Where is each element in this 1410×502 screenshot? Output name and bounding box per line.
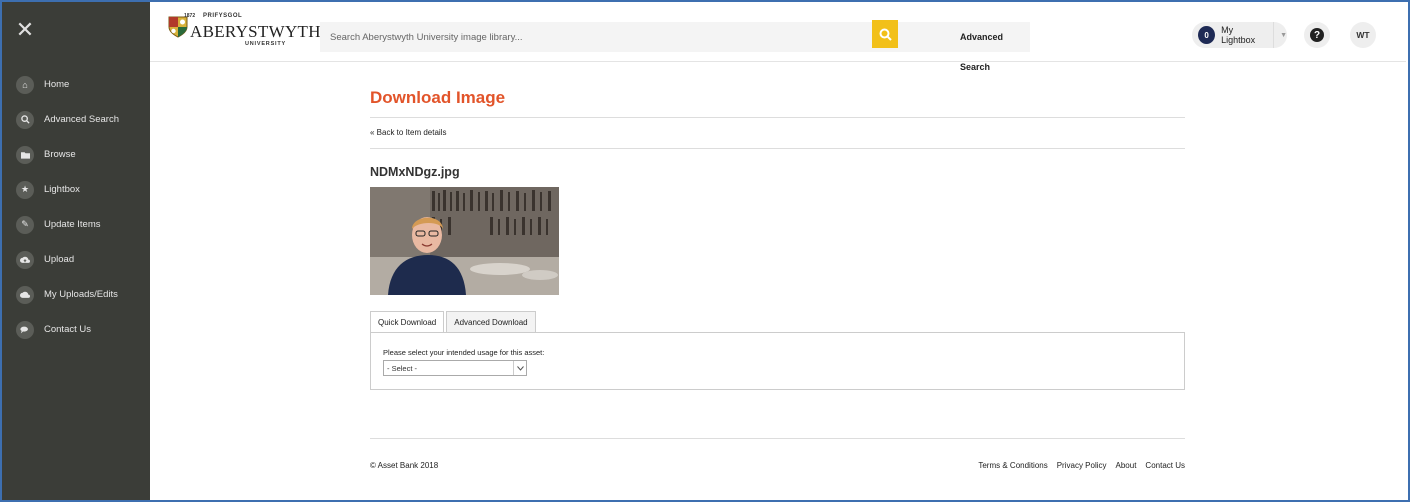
sidebar: ✕ ⌂ Home Advanced Search Browse ★ Lightb… — [2, 2, 150, 500]
cloud-icon — [16, 285, 34, 304]
search-button[interactable] — [872, 20, 898, 48]
footer-link-terms[interactable]: Terms & Conditions — [978, 461, 1047, 470]
sidebar-item-home[interactable]: ⌂ Home — [2, 67, 150, 102]
usage-select-value: - Select - — [387, 363, 418, 373]
folder-icon — [16, 145, 34, 164]
sidebar-item-advanced-search[interactable]: Advanced Search — [2, 102, 150, 137]
usage-select[interactable]: - Select - — [383, 360, 527, 376]
usage-label: Please select your intended usage for th… — [383, 348, 545, 357]
my-lightbox-button[interactable]: 0 My Lightbox ▼ — [1192, 22, 1287, 48]
sidebar-nav: ⌂ Home Advanced Search Browse ★ Lightbox… — [2, 67, 150, 347]
help-button[interactable]: ? — [1304, 22, 1330, 48]
footer-link-contact[interactable]: Contact Us — [1145, 461, 1185, 470]
download-tabs: Quick Download Advanced Download — [370, 311, 538, 333]
footer-links: Terms & Conditions Privacy Policy About … — [969, 461, 1185, 470]
sidebar-item-lightbox[interactable]: ★ Lightbox — [2, 172, 150, 207]
lightbox-count-badge: 0 — [1198, 26, 1216, 44]
window-frame — [0, 0, 1410, 502]
top-header: 1872 PRIFYSGOL ABERYSTWYTH UNIVERSITY Ad… — [150, 2, 1406, 72]
sidebar-item-browse[interactable]: Browse — [2, 137, 150, 172]
logo-year: 1872 — [184, 13, 196, 19]
sidebar-item-contact-us[interactable]: Contact Us — [2, 312, 150, 347]
sidebar-item-my-uploads[interactable]: My Uploads/Edits — [2, 277, 150, 312]
back-to-item-link[interactable]: « Back to Item details — [370, 128, 446, 137]
sidebar-item-update-items[interactable]: ✎ Update Items — [2, 207, 150, 242]
chevron-down-icon — [513, 361, 526, 375]
footer-copyright: © Asset Bank 2018 — [370, 461, 439, 470]
divider — [370, 438, 1185, 439]
divider — [370, 148, 1185, 149]
university-logo[interactable]: 1872 PRIFYSGOL ABERYSTWYTH UNIVERSITY — [160, 12, 321, 50]
home-icon: ⌂ — [16, 75, 34, 94]
star-icon: ★ — [16, 180, 34, 199]
tab-quick-download[interactable]: Quick Download — [370, 311, 445, 333]
sidebar-item-label: Contact Us — [44, 324, 91, 335]
chevron-down-icon[interactable]: ▼ — [1280, 32, 1287, 39]
quick-download-panel: Please select your intended usage for th… — [370, 332, 1185, 390]
divider — [370, 117, 1185, 118]
search-icon — [879, 28, 892, 41]
logo-prefix: PRIFYSGOL — [203, 13, 243, 19]
lightbox-label: My Lightbox — [1221, 25, 1256, 45]
sidebar-item-label: Lightbox — [44, 184, 80, 195]
search-bar: Advanced Search — [320, 22, 1030, 72]
sidebar-item-label: Browse — [44, 149, 76, 160]
advanced-search-link[interactable]: Advanced Search — [960, 22, 1030, 82]
sidebar-item-label: Update Items — [44, 219, 101, 230]
cloud-upload-icon — [16, 250, 34, 269]
footer-link-privacy[interactable]: Privacy Policy — [1057, 461, 1107, 470]
sidebar-item-label: Advanced Search — [44, 114, 119, 125]
chat-icon — [16, 320, 34, 339]
pencil-icon: ✎ — [16, 215, 34, 234]
tab-advanced-download[interactable]: Advanced Download — [446, 311, 536, 333]
page-title: Download Image — [370, 88, 506, 107]
search-icon — [16, 110, 34, 129]
footer-link-about[interactable]: About — [1116, 461, 1137, 470]
search-input[interactable] — [320, 22, 820, 52]
question-icon: ? — [1310, 28, 1324, 42]
close-icon[interactable]: ✕ — [14, 19, 36, 41]
divider — [1273, 22, 1275, 48]
file-name: NDMxNDgz.jpg — [370, 165, 460, 179]
logo-suffix: UNIVERSITY — [245, 41, 287, 47]
sidebar-item-label: Home — [44, 79, 70, 90]
user-avatar[interactable]: WT — [1350, 22, 1376, 48]
image-preview — [370, 187, 559, 295]
sidebar-item-label: Upload — [44, 254, 75, 265]
sidebar-item-label: My Uploads/Edits — [44, 289, 118, 300]
sidebar-item-upload[interactable]: Upload — [2, 242, 150, 277]
crest-icon — [168, 16, 188, 38]
